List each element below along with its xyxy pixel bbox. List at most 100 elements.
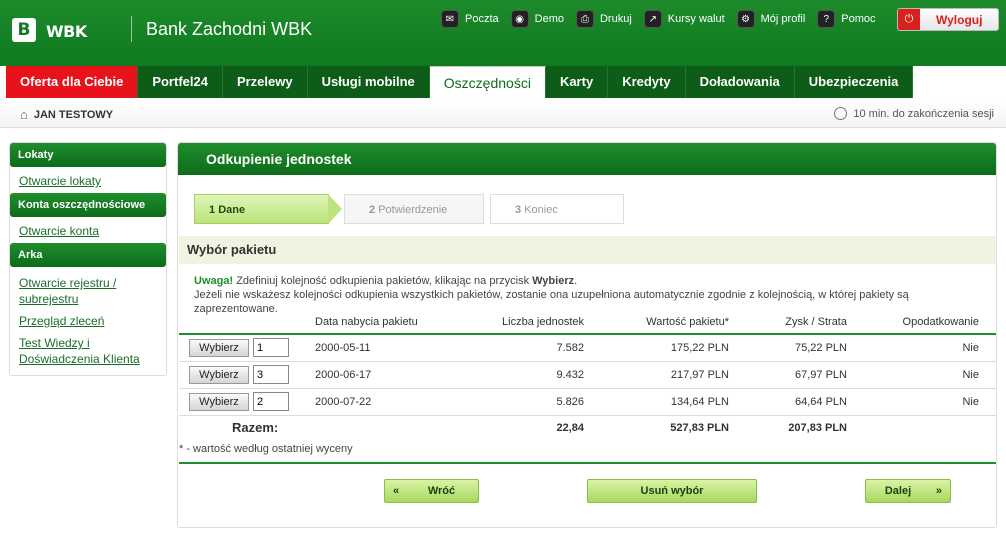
print-icon: ⎙ [575, 10, 594, 28]
toplink-pomoc[interactable]: ? Pomoc [817, 10, 876, 28]
main-tabs: Oferta dla Ciebie Portfel24 Przelewy Usł… [6, 66, 914, 98]
step-1-dane: 1 Dane [194, 194, 329, 224]
demo-icon: ◉ [510, 10, 529, 28]
cell-value: 175,22 PLN [670, 342, 729, 354]
tab-uslugi-mobilne[interactable]: Usługi mobilne [307, 66, 430, 98]
tab-doladowania[interactable]: Doładowania [685, 66, 795, 98]
mail-icon: ✉ [441, 10, 459, 28]
note-wybierz: Wybierz [532, 275, 575, 287]
total-label: Razem: [232, 420, 279, 435]
table-row: Wybierz 2000-07-22 5.826 134,64 PLN 64,6… [179, 389, 996, 416]
user-name: ⌂ JAN TESTOWY [20, 107, 113, 122]
cell-pl: 67,97 PLN [795, 369, 847, 381]
step-label: Potwierdzenie [378, 204, 448, 216]
select-button[interactable]: Wybierz [189, 393, 249, 411]
table-row: Wybierz 2000-05-11 7.582 175,22 PLN 75,2… [179, 335, 996, 362]
cell-date: 2000-06-17 [315, 369, 372, 381]
order-input[interactable] [253, 365, 289, 384]
toplink-label: Kursy walut [667, 13, 725, 25]
sidebar-heading-arka: Arka [10, 243, 166, 267]
cell-tax: Nie [962, 396, 979, 408]
divider [179, 462, 996, 464]
tab-oszczednosci[interactable]: Oszczędności [429, 66, 546, 98]
bank-logo-icon[interactable]: B [12, 18, 36, 42]
toplink-label: Demo [534, 13, 564, 25]
sidebar-heading-lokaty: Lokaty [10, 143, 166, 167]
session-label: 10 min. do zakończenia sesji [853, 107, 994, 120]
sidebar-link-otwarcie-rejestru[interactable]: Otwarcie rejestru / subrejestru [10, 267, 166, 311]
cell-qty: 7.582 [556, 342, 584, 354]
note-prefix: Uwaga! [194, 275, 234, 287]
select-button[interactable]: Wybierz [189, 339, 249, 357]
user-bar: ⌂ JAN TESTOWY 10 min. do zakończenia ses… [0, 100, 1006, 128]
user-name-label: JAN TESTOWY [33, 108, 114, 121]
cell-date: 2000-05-11 [315, 342, 371, 354]
tab-oferta[interactable]: Oferta dla Ciebie [6, 66, 139, 98]
toplink-poczta[interactable]: ✉ Poczta [441, 10, 499, 28]
session-timer: 10 min. do zakończenia sesji [834, 107, 994, 120]
wizard-steps: 1 Dane 2 Potwierdzenie 3 Koniec [194, 194, 624, 224]
toplink-kursy-walut[interactable]: ↗ Kursy walut [643, 10, 725, 28]
tab-ubezpieczenia[interactable]: Ubezpieczenia [794, 66, 914, 98]
gear-icon: ⚙ [736, 10, 755, 28]
double-chevron-left-icon: « [393, 485, 400, 497]
cell-qty: 9.432 [556, 369, 584, 381]
back-label: Wróć [427, 485, 456, 497]
step-3-koniec: 3 Koniec [490, 194, 624, 224]
clock-icon [834, 107, 848, 120]
logout-icon: ⏻ [898, 9, 920, 30]
tab-kredyty[interactable]: Kredyty [608, 66, 686, 98]
help-icon: ? [817, 10, 836, 28]
sidebar-link-test-wiedzy[interactable]: Test Wiedzy i Doświadczenia Klienta [10, 333, 166, 371]
packages-table: Data nabycia pakietu Liczba jednostek Wa… [179, 311, 996, 440]
clear-selection-label: Usuń wybór [640, 485, 704, 497]
tab-karty[interactable]: Karty [545, 66, 609, 98]
toplink-demo[interactable]: ◉ Demo [510, 10, 564, 28]
toplink-label: Drukuj [599, 13, 632, 25]
total-pl: 207,83 PLN [788, 422, 847, 434]
toplink-label: Poczta [465, 13, 499, 25]
order-input[interactable] [253, 392, 289, 411]
col-header-value: Wartość pakietu* [646, 316, 729, 328]
bank-name: Bank Zachodni WBK [146, 19, 313, 39]
step-label: Dane [218, 204, 246, 216]
tab-przelewy[interactable]: Przelewy [222, 66, 308, 98]
info-note: Uwaga! Zdefiniuj kolejność odkupienia pa… [194, 275, 909, 315]
select-button[interactable]: Wybierz [189, 366, 249, 384]
cell-value: 217,97 PLN [670, 369, 729, 381]
step-number: 2 [369, 204, 376, 216]
footnote: * - wartość według ostatniej wyceny [179, 443, 353, 455]
total-row: Razem: 22,84 527,83 PLN 207,83 PLN [179, 416, 996, 440]
next-button[interactable]: Dalej » [865, 479, 951, 503]
logout-button[interactable]: ⏻ Wyloguj [897, 8, 999, 31]
total-qty: 22,84 [556, 422, 584, 434]
col-header-date: Data nabycia pakietu [315, 316, 418, 328]
sidebar-link-przeglad-zlecen[interactable]: Przegląd zleceń [10, 311, 166, 333]
table-row: Wybierz 2000-06-17 9.432 217,97 PLN 67,9… [179, 362, 996, 389]
toplink-label: Pomoc [841, 13, 876, 25]
clear-selection-button[interactable]: Usuń wybór [587, 479, 757, 503]
order-input[interactable] [253, 338, 289, 357]
cell-qty: 5.826 [556, 396, 584, 408]
main-panel: Odkupienie jednostek 1 Dane 2 Potwierdze… [177, 142, 997, 528]
toplink-drukuj[interactable]: ⎙ Drukuj [575, 10, 632, 28]
cell-pl: 64,64 PLN [795, 396, 847, 408]
page-title: Odkupienie jednostek [178, 143, 996, 175]
step-number: 3 [515, 204, 522, 216]
table-header: Data nabycia pakietu Liczba jednostek Wa… [179, 311, 996, 335]
cell-value: 134,64 PLN [670, 396, 729, 408]
toplink-moj-profil[interactable]: ⚙ Mój profil [736, 10, 806, 28]
cell-tax: Nie [962, 369, 979, 381]
sidebar-link-otwarcie-lokaty[interactable]: Otwarcie lokaty [10, 167, 166, 193]
next-label: Dalej [884, 485, 912, 497]
back-button[interactable]: « Wróć [384, 479, 479, 503]
section-title: Wybór pakietu [179, 236, 996, 264]
tab-portfel24[interactable]: Portfel24 [138, 66, 223, 98]
sidebar-link-otwarcie-konta[interactable]: Otwarcie konta [10, 217, 166, 243]
double-chevron-right-icon: » [935, 485, 942, 497]
chart-icon: ↗ [643, 10, 662, 28]
bank-logo-text[interactable]: WBK [46, 22, 87, 41]
logo-divider [131, 16, 132, 42]
toplink-label: Mój profil [760, 13, 806, 25]
sidebar: Lokaty Otwarcie lokaty Konta oszczędnośc… [9, 142, 167, 376]
